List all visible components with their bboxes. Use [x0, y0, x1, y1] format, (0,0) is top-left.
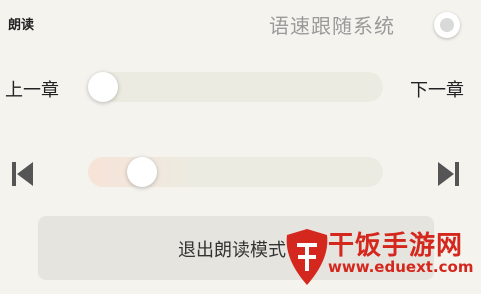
- chapter-slider-track[interactable]: [88, 72, 383, 102]
- follow-system-speed-label: 语速跟随系统: [269, 14, 395, 38]
- skip-previous-icon[interactable]: [12, 162, 34, 186]
- page-title: 朗读: [8, 18, 35, 33]
- previous-chapter-button[interactable]: 上一章: [5, 76, 59, 102]
- watermark-title: 干饭手游网: [328, 231, 464, 261]
- reading-progress-thumb[interactable]: [127, 157, 157, 187]
- follow-system-speed-toggle[interactable]: [434, 12, 460, 38]
- chapter-slider-thumb[interactable]: [88, 72, 118, 102]
- skip-next-icon[interactable]: [438, 162, 460, 186]
- exit-read-aloud-label: 退出朗读模式: [178, 240, 286, 261]
- watermark-url: www.eduext.com: [328, 258, 474, 276]
- watermark: 干饭手游网 www.eduext.com: [282, 221, 477, 293]
- watermark-logo-icon: [286, 229, 328, 285]
- toggle-knob: [440, 18, 454, 32]
- next-chapter-button[interactable]: 下一章: [410, 76, 464, 102]
